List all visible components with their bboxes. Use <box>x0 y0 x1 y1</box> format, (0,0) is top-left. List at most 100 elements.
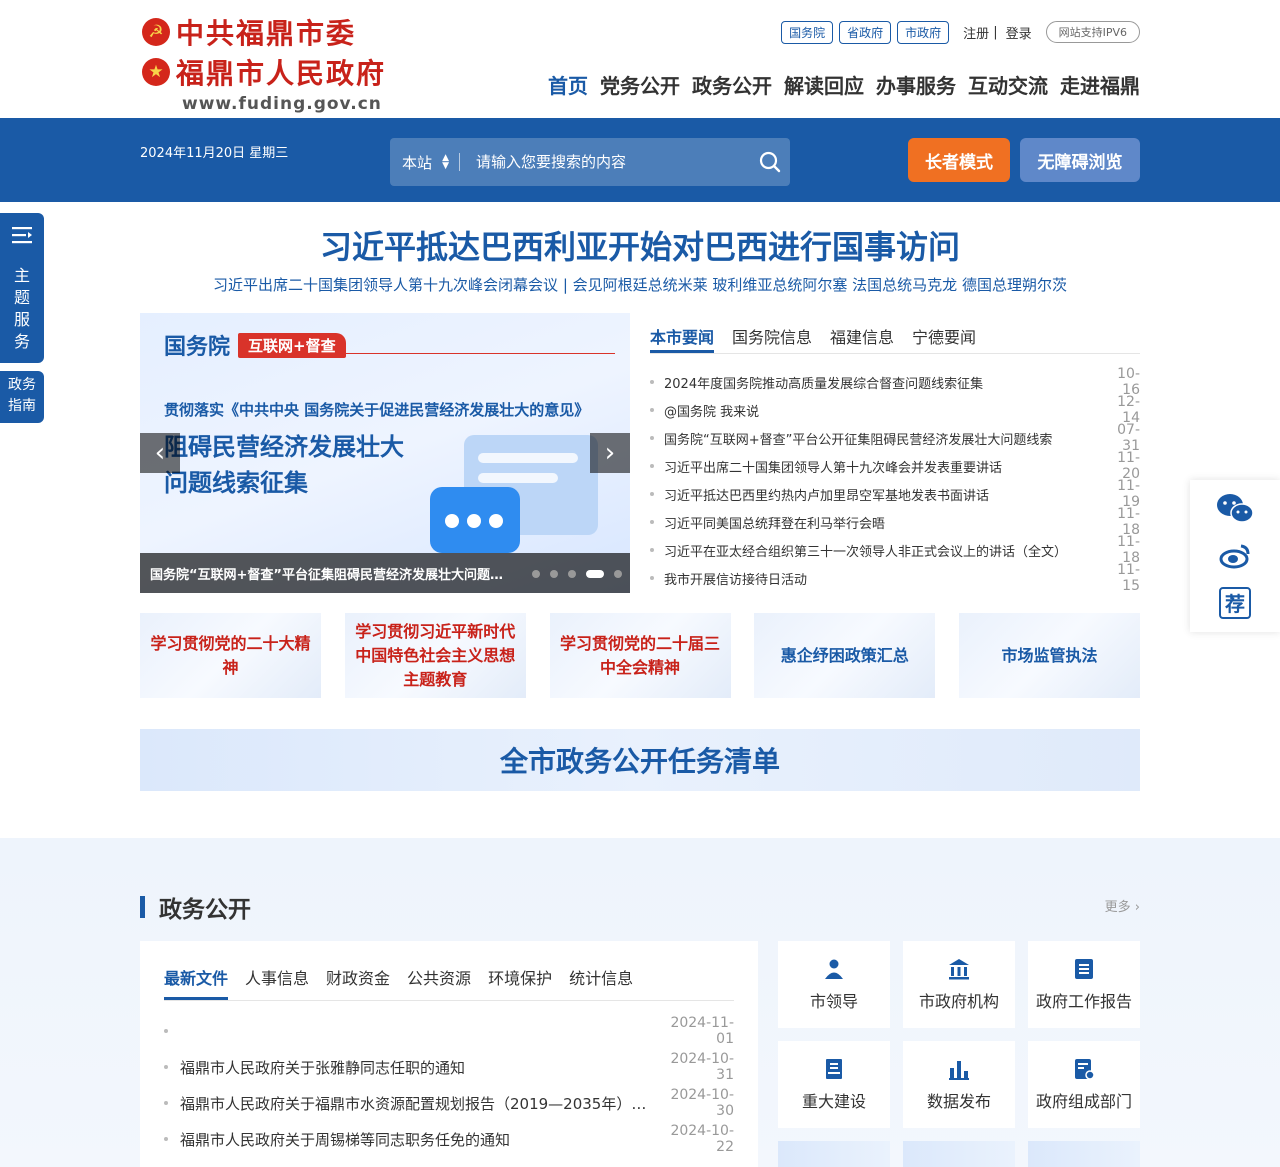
list-item[interactable]: 习近平同美国总统拜登在利马举行会晤 11-18 <box>650 506 1140 538</box>
news-title[interactable]: 国务院“互联网+督查”平台公开征集阻碍民营经济发展壮大问题线索 <box>664 429 1100 448</box>
quick-major-construction[interactable]: 重大建设 <box>778 1041 890 1128</box>
carousel-head-text: 国务院 <box>164 335 231 360</box>
bullet-icon <box>650 464 654 468</box>
doc-title[interactable]: 福鼎市人民政府关于周锡梯等同志职务任免的通知 <box>180 1129 654 1150</box>
carousel-dot-active[interactable] <box>586 570 604 578</box>
carousel-next-button[interactable]: › <box>590 433 630 473</box>
quick-label: 政府组成部门 <box>1035 1091 1132 1111</box>
accessible-browse-button[interactable]: 无障碍浏览 <box>1020 138 1140 182</box>
news-title[interactable]: 我市开展信访接待日活动 <box>664 569 1100 588</box>
link-province-gov[interactable]: 省政府 <box>839 20 892 44</box>
tab-state-council-info[interactable]: 国务院信息 <box>732 316 812 353</box>
news-title[interactable]: 习近平同美国总统拜登在利马举行会晤 <box>664 513 1100 532</box>
quick-data-release[interactable]: 数据发布 <box>903 1041 1015 1128</box>
headline-subtitle[interactable]: 习近平出席二十国集团领导人第十九次峰会闭幕会议 | 会见阿根廷总统米莱 玻利维亚… <box>0 274 1280 295</box>
news-title[interactable]: 习近平在亚太经合组织第三十一次领导人非正式会议上的讲话（全文） <box>664 541 1100 560</box>
list-item[interactable]: 习近平出席二十国集团领导人第十九次峰会并发表重要讲话 11-20 <box>650 450 1140 482</box>
quick-banner-left[interactable] <box>778 1141 890 1167</box>
tab-finance[interactable]: 财政资金 <box>326 963 390 1000</box>
doc-title[interactable]: 福鼎市人民政府关于张雅静同志任职的通知 <box>180 1057 654 1078</box>
bullet-icon <box>650 520 654 524</box>
nav-interaction[interactable]: 互动交流 <box>968 70 1048 99</box>
headline-title[interactable]: 习近平抵达巴西利亚开始对巴西进行国事访问 <box>0 222 1280 268</box>
news-carousel[interactable]: 国务院 互联网+督查 贯彻落实《中共中央 国务院关于促进民营经济发展壮大的意见》… <box>140 313 630 593</box>
list-item[interactable]: @国务院 我来说 12-14 <box>650 394 1140 426</box>
search-button[interactable] <box>750 142 790 182</box>
quick-gov-departments[interactable]: 政府组成部门 <box>1028 1041 1140 1128</box>
card-market-supervision[interactable]: 市场监管执法 <box>959 613 1140 698</box>
quick-links: 市领导 市政府机构 政府工作报告 重大建设 数据发布 政府组成部门 <box>778 941 1140 1167</box>
nav-gov-affairs[interactable]: 政务公开 <box>692 70 772 99</box>
bullet-icon <box>650 380 654 384</box>
nav-about[interactable]: 走进福鼎 <box>1060 70 1140 99</box>
doc-title[interactable]: 福鼎市人民政府关于福鼎市水资源配置规划报告（2019—2035年）的批复 <box>180 1093 654 1114</box>
tab-fujian-info[interactable]: 福建信息 <box>830 316 894 353</box>
nav-services[interactable]: 办事服务 <box>876 70 956 99</box>
quick-label: 政府工作报告 <box>1035 991 1132 1011</box>
login-link[interactable]: 登录 <box>1006 23 1032 42</box>
quick-banner-mid[interactable] <box>903 1141 1015 1167</box>
list-item[interactable]: 福鼎市人民政府关于张雅静同志任职的通知 2024-10-31 <box>164 1049 734 1085</box>
tab-environment[interactable]: 环境保护 <box>488 963 552 1000</box>
task-list-banner[interactable]: 全市政务公开任务清单 <box>140 729 1140 791</box>
quick-banner-right[interactable] <box>1028 1141 1140 1167</box>
current-date: 2024年11月20日 星期三 <box>140 146 289 161</box>
nav-home[interactable]: 首页 <box>548 70 588 99</box>
doc-date: 2024-10-22 <box>670 1123 734 1155</box>
news-title[interactable]: 习近平抵达巴西里约热内卢加里昂空军基地发表书面讲话 <box>664 485 1100 504</box>
list-item[interactable]: 2024年度国务院推动高质量发展综合督查问题线索征集 10-16 <box>650 366 1140 398</box>
news-panel: 本市要闻 国务院信息 福建信息 宁德要闻 2024年度国务院推动高质量发展综合督… <box>650 316 1140 594</box>
carousel-prev-button[interactable]: ‹ <box>140 433 180 473</box>
quick-work-report[interactable]: 政府工作报告 <box>1028 941 1140 1028</box>
carousel-dot[interactable] <box>568 570 576 578</box>
register-link[interactable]: 注册 <box>963 23 989 42</box>
elder-mode-button[interactable]: 长者模式 <box>908 138 1010 182</box>
search-bar-section: 2024年11月20日 星期三 本站 ▲▼ 长者模式 无障碍浏览 <box>0 118 1280 202</box>
quick-city-leaders[interactable]: 市领导 <box>778 941 890 1028</box>
news-title[interactable]: 2024年度国务院推动高质量发展综合督查问题线索征集 <box>664 373 1100 392</box>
list-item[interactable]: 我市开展信访接待日活动 11-15 <box>650 562 1140 594</box>
carousel-dot[interactable] <box>550 570 558 578</box>
department-icon <box>1075 1058 1095 1080</box>
carousel-dot[interactable] <box>614 570 622 578</box>
tab-latest-docs[interactable]: 最新文件 <box>164 963 229 1000</box>
carousel-dot[interactable] <box>532 570 540 578</box>
list-item[interactable]: 福鼎市人民政府关于福鼎市水资源配置规划报告（2019—2035年）的批复 2024… <box>164 1085 734 1121</box>
weibo-icon[interactable] <box>1215 538 1255 574</box>
wechat-icon[interactable] <box>1215 491 1255 527</box>
carousel-big-line2: 问题线索征集 <box>164 469 308 497</box>
gov-guide-tab[interactable]: 政务 指南 <box>0 371 44 423</box>
more-link[interactable]: 更多 › <box>1105 896 1140 915</box>
nav-party-affairs[interactable]: 党务公开 <box>600 70 680 99</box>
card-thought-education[interactable]: 学习贯彻习近平新时代中国特色社会主义思想主题教育 <box>344 613 526 698</box>
list-item[interactable]: 国务院“互联网+督查”平台公开征集阻碍民营经济发展壮大问题线索 07-31 <box>650 422 1140 454</box>
doc-tabs: 最新文件 人事信息 财政资金 公共资源 环境保护 统计信息 <box>164 963 734 1001</box>
link-state-council[interactable]: 国务院 <box>781 20 834 44</box>
tab-personnel[interactable]: 人事信息 <box>245 963 309 1000</box>
right-float-panel: 荐 <box>1190 480 1280 632</box>
recommend-char: 荐 <box>1219 586 1251 619</box>
search-scope-label: 本站 <box>402 153 433 172</box>
list-item[interactable]: 习近平在亚太经合组织第三十一次领导人非正式会议上的讲话（全文） 11-18 <box>650 534 1140 566</box>
bullet-icon <box>650 548 654 552</box>
tab-statistics[interactable]: 统计信息 <box>569 963 633 1000</box>
quick-gov-agencies[interactable]: 市政府机构 <box>903 941 1015 1028</box>
list-item[interactable]: 福鼎市人民政府关于周锡梯等同志职务任免的通知 2024-10-22 <box>164 1121 734 1157</box>
card-third-plenum[interactable]: 学习贯彻党的二十届三中全会精神 <box>549 613 731 698</box>
tab-public-resources[interactable]: 公共资源 <box>407 963 471 1000</box>
card-enterprise-relief[interactable]: 惠企纾困政策汇总 <box>754 613 936 698</box>
carousel-big-title: 阻碍民营经济发展壮大 问题线索征集 <box>164 429 424 501</box>
nav-interpretation[interactable]: 解读回应 <box>784 70 864 99</box>
news-title[interactable]: @国务院 我来说 <box>664 401 1100 420</box>
recommend-icon[interactable]: 荐 <box>1215 585 1255 621</box>
news-title[interactable]: 习近平出席二十国集团领导人第十九次峰会并发表重要讲话 <box>664 457 1100 476</box>
tab-city-news[interactable]: 本市要闻 <box>650 316 715 353</box>
link-city-gov[interactable]: 市政府 <box>897 20 950 44</box>
search-scope-select[interactable]: 本站 ▲ ▼ <box>390 153 460 172</box>
list-item[interactable]: 习近平抵达巴西里约热内卢加里昂空军基地发表书面讲话 11-19 <box>650 478 1140 510</box>
search-input[interactable] <box>460 153 750 171</box>
list-item[interactable]: 2024-11-01 <box>164 1013 734 1049</box>
tab-ningde-news[interactable]: 宁德要闻 <box>912 316 976 353</box>
card-twentieth-congress[interactable]: 学习贯彻党的二十大精神 <box>140 613 321 698</box>
site-logo[interactable]: ☭ 中共福鼎市委 ★ 福鼎市人民政府 www.fuding.gov.cn <box>142 12 412 114</box>
